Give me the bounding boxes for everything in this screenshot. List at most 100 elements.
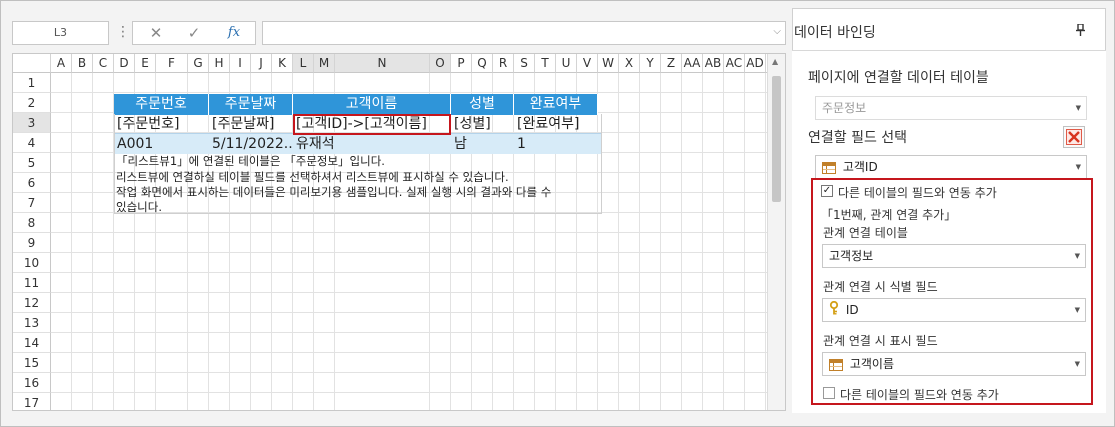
field-dropdown[interactable]: 고객ID ▼ bbox=[815, 155, 1087, 179]
grid-row-line bbox=[51, 232, 767, 233]
column-header[interactable]: M bbox=[314, 54, 335, 73]
chevron-down-icon: ▼ bbox=[1074, 252, 1080, 260]
row-header[interactable]: 15 bbox=[13, 353, 51, 373]
listview-note-4: 있습니다. bbox=[116, 200, 162, 214]
column-header[interactable]: D bbox=[114, 54, 135, 73]
pin-icon[interactable] bbox=[1076, 23, 1085, 39]
relation-checkbox[interactable]: ✓ bbox=[821, 185, 833, 197]
grid-column-line bbox=[681, 73, 682, 410]
relation-display-dropdown[interactable]: 고객이름 ▼ bbox=[822, 352, 1086, 376]
column-header[interactable]: S bbox=[514, 54, 535, 73]
expand-formula-icon[interactable]: ⌵ bbox=[773, 26, 781, 37]
vertical-scrollbar[interactable]: ▲ bbox=[767, 54, 785, 410]
row-header[interactable]: 4 bbox=[13, 133, 51, 153]
function-icon[interactable]: fx bbox=[219, 22, 249, 44]
key-icon bbox=[829, 300, 839, 322]
grid-column-line bbox=[660, 73, 661, 410]
column-header[interactable]: B bbox=[72, 54, 93, 73]
row-header[interactable]: 9 bbox=[13, 233, 51, 253]
row-header[interactable]: 1 bbox=[13, 73, 51, 93]
column-header[interactable]: V bbox=[577, 54, 598, 73]
column-header[interactable]: O bbox=[430, 54, 451, 73]
confirm-icon[interactable]: ✓ bbox=[179, 22, 209, 44]
scrollbar-thumb[interactable] bbox=[772, 76, 781, 202]
column-header[interactable]: C bbox=[93, 54, 114, 73]
column-header[interactable]: T bbox=[535, 54, 556, 73]
grid-row-line bbox=[51, 312, 767, 313]
row-header[interactable]: 7 bbox=[13, 193, 51, 213]
column-header[interactable]: K bbox=[272, 54, 293, 73]
row-header[interactable]: 6 bbox=[13, 173, 51, 193]
add-relation-checkbox[interactable] bbox=[823, 387, 835, 399]
grid-row-line bbox=[51, 352, 767, 353]
column-header[interactable]: AB bbox=[703, 54, 724, 73]
column-header[interactable]: H bbox=[209, 54, 230, 73]
row-header[interactable]: 3 bbox=[13, 113, 51, 133]
name-box[interactable]: L3 bbox=[12, 21, 109, 45]
table-dropdown-value: 주문정보 bbox=[822, 101, 867, 115]
column-header[interactable]: N bbox=[335, 54, 430, 73]
column-header[interactable]: U bbox=[556, 54, 577, 73]
grid-column-line bbox=[702, 73, 703, 410]
column-header[interactable]: A bbox=[51, 54, 72, 73]
row-header[interactable]: 5 bbox=[13, 153, 51, 173]
grid-row-line bbox=[51, 92, 767, 93]
column-header[interactable]: P bbox=[451, 54, 472, 73]
column-header[interactable]: L bbox=[293, 54, 314, 73]
row-header[interactable]: 17 bbox=[13, 393, 51, 410]
field-select-label: 연결할 필드 선택 bbox=[808, 130, 908, 146]
column-header[interactable]: Y bbox=[640, 54, 661, 73]
column-header[interactable]: AD bbox=[745, 54, 766, 73]
column-header[interactable]: AA bbox=[682, 54, 703, 73]
scroll-up-icon[interactable]: ▲ bbox=[772, 57, 778, 66]
column-header[interactable]: AC bbox=[724, 54, 745, 73]
row-header[interactable]: 12 bbox=[13, 293, 51, 313]
column-header[interactable]: J bbox=[251, 54, 272, 73]
add-relation-checkbox-label[interactable]: 다른 테이블의 필드와 연동 추가 bbox=[840, 386, 999, 403]
listview-header-order-number[interactable]: 주문번호 bbox=[114, 94, 209, 115]
more-options-icon[interactable]: ⋮ bbox=[116, 21, 130, 45]
listview-header-gender[interactable]: 성별 bbox=[451, 94, 514, 115]
column-header[interactable]: X bbox=[619, 54, 640, 73]
column-header[interactable]: Z bbox=[661, 54, 682, 73]
listview-header-customer-name[interactable]: 고객이름 bbox=[293, 94, 451, 115]
listview-note-1: 「리스트뷰1」에 연결된 테이블은 「주문정보」입니다. bbox=[116, 154, 385, 168]
row-header[interactable]: 8 bbox=[13, 213, 51, 233]
spreadsheet-grid[interactable]: ABCDEFGHIJKLMNOPQRSTUVWXYZAAABACADAE 123… bbox=[12, 53, 786, 411]
relation-checkbox-label[interactable]: 다른 테이블의 필드와 연동 추가 bbox=[838, 184, 997, 201]
grid-row-line bbox=[51, 392, 767, 393]
column-header[interactable]: Q bbox=[472, 54, 493, 73]
row-header[interactable]: 10 bbox=[13, 253, 51, 273]
table-field-icon bbox=[822, 161, 836, 174]
column-header[interactable]: R bbox=[493, 54, 514, 73]
column-header[interactable]: E bbox=[135, 54, 156, 73]
grid-column-line bbox=[618, 73, 619, 410]
panel-title: 데이터 바인딩 bbox=[794, 25, 876, 41]
column-header[interactable]: I bbox=[230, 54, 251, 73]
grid-row-line bbox=[51, 292, 767, 293]
row-header[interactable]: 14 bbox=[13, 333, 51, 353]
column-header[interactable]: W bbox=[598, 54, 619, 73]
delete-binding-button[interactable] bbox=[1063, 126, 1085, 148]
chevron-down-icon: ▼ bbox=[1075, 104, 1081, 112]
row-header[interactable]: 2 bbox=[13, 93, 51, 113]
field-dropdown-value: 고객ID bbox=[842, 160, 878, 174]
relation-key-label: 관계 연결 시 식별 필드 bbox=[823, 280, 938, 294]
row-header[interactable]: 16 bbox=[13, 373, 51, 393]
select-all-corner[interactable] bbox=[13, 54, 51, 73]
grid-column-line bbox=[92, 73, 93, 410]
relation-key-dropdown[interactable]: ID ▼ bbox=[822, 298, 1086, 322]
listview-header-completed[interactable]: 완료여부 bbox=[514, 94, 598, 115]
column-header[interactable]: G bbox=[188, 54, 209, 73]
row-header[interactable]: 13 bbox=[13, 313, 51, 333]
table-field-icon bbox=[829, 358, 843, 371]
relation-table-dropdown[interactable]: 고객정보 ▼ bbox=[822, 244, 1086, 268]
chevron-down-icon: ▼ bbox=[1074, 306, 1080, 314]
formula-input[interactable]: ⌵ bbox=[262, 21, 786, 45]
listview-header-order-date[interactable]: 주문날짜 bbox=[209, 94, 293, 115]
grid-column-line bbox=[639, 73, 640, 410]
relation-section-title: 「1번째, 관계 연결 추가」 bbox=[821, 208, 957, 222]
cancel-icon[interactable]: ✕ bbox=[141, 22, 171, 44]
column-header[interactable]: F bbox=[156, 54, 188, 73]
row-header[interactable]: 11 bbox=[13, 273, 51, 293]
